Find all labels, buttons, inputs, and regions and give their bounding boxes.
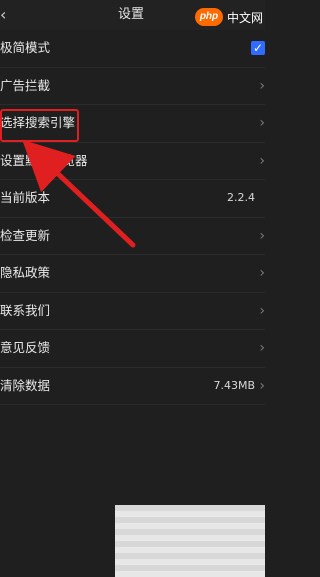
settings-item-label: 清除数据 <box>0 377 51 393</box>
search-engine-highlight-box <box>0 109 79 142</box>
settings-item-minimal-mode[interactable]: 极简模式 ✓ <box>0 30 265 68</box>
settings-item-label: 意见反馈 <box>0 340 51 355</box>
page-title: 设置 <box>118 7 145 22</box>
chevron-right-icon: › <box>259 340 265 356</box>
settings-item-default-browser[interactable]: 设置默认浏览器 › <box>0 143 265 180</box>
chevron-right-icon: › <box>259 227 265 244</box>
chevron-right-icon: › <box>259 152 265 169</box>
top-bar: ‹ 设置 php 中文网 <box>0 0 265 30</box>
blurred-region <box>115 505 265 577</box>
settings-item-check-update[interactable]: 检查更新 › <box>0 218 265 255</box>
settings-item-current-version: 当前版本 2.2.4 <box>0 180 265 218</box>
version-value: 2.2.4 <box>227 191 255 204</box>
settings-item-label: 当前版本 <box>0 190 51 205</box>
settings-item-label: 隐私政策 <box>0 265 51 280</box>
watermark-text: 中文网 <box>226 10 263 25</box>
settings-item-contact-us[interactable]: 联系我们 › <box>0 293 265 330</box>
settings-item-clear-data[interactable]: 清除数据 7.43MB › <box>0 368 265 405</box>
chevron-right-icon: › <box>259 302 265 319</box>
settings-item-label: 联系我们 <box>0 302 51 318</box>
chevron-right-icon: › <box>259 377 265 394</box>
settings-item-label: 设置默认浏览器 <box>0 152 88 168</box>
chevron-left-icon: ‹ <box>0 5 7 24</box>
settings-list: 极简模式 ✓ 广告拦截 › 选择搜索引擎 › 设置默认浏览器 › 当前版本 2.… <box>0 30 265 405</box>
minimal-mode-checkbox[interactable]: ✓ <box>251 41 265 55</box>
watermark: php 中文网 <box>194 6 263 28</box>
chevron-right-icon: › <box>259 265 265 281</box>
settings-item-feedback[interactable]: 意见反馈 › <box>0 330 265 368</box>
clear-data-size: 7.43MB <box>213 378 255 392</box>
settings-item-label: 极简模式 <box>0 40 51 55</box>
settings-item-privacy-policy[interactable]: 隐私政策 › <box>0 255 265 293</box>
chevron-right-icon: › <box>259 115 265 131</box>
php-logo: php <box>194 8 223 26</box>
settings-item-label: 广告拦截 <box>0 77 51 93</box>
settings-item-ad-block[interactable]: 广告拦截 › <box>0 68 265 105</box>
back-button[interactable]: ‹ <box>0 6 16 24</box>
checkmark-icon: ✓ <box>252 41 264 55</box>
chevron-right-icon: › <box>259 77 265 94</box>
settings-item-label: 检查更新 <box>0 227 51 243</box>
